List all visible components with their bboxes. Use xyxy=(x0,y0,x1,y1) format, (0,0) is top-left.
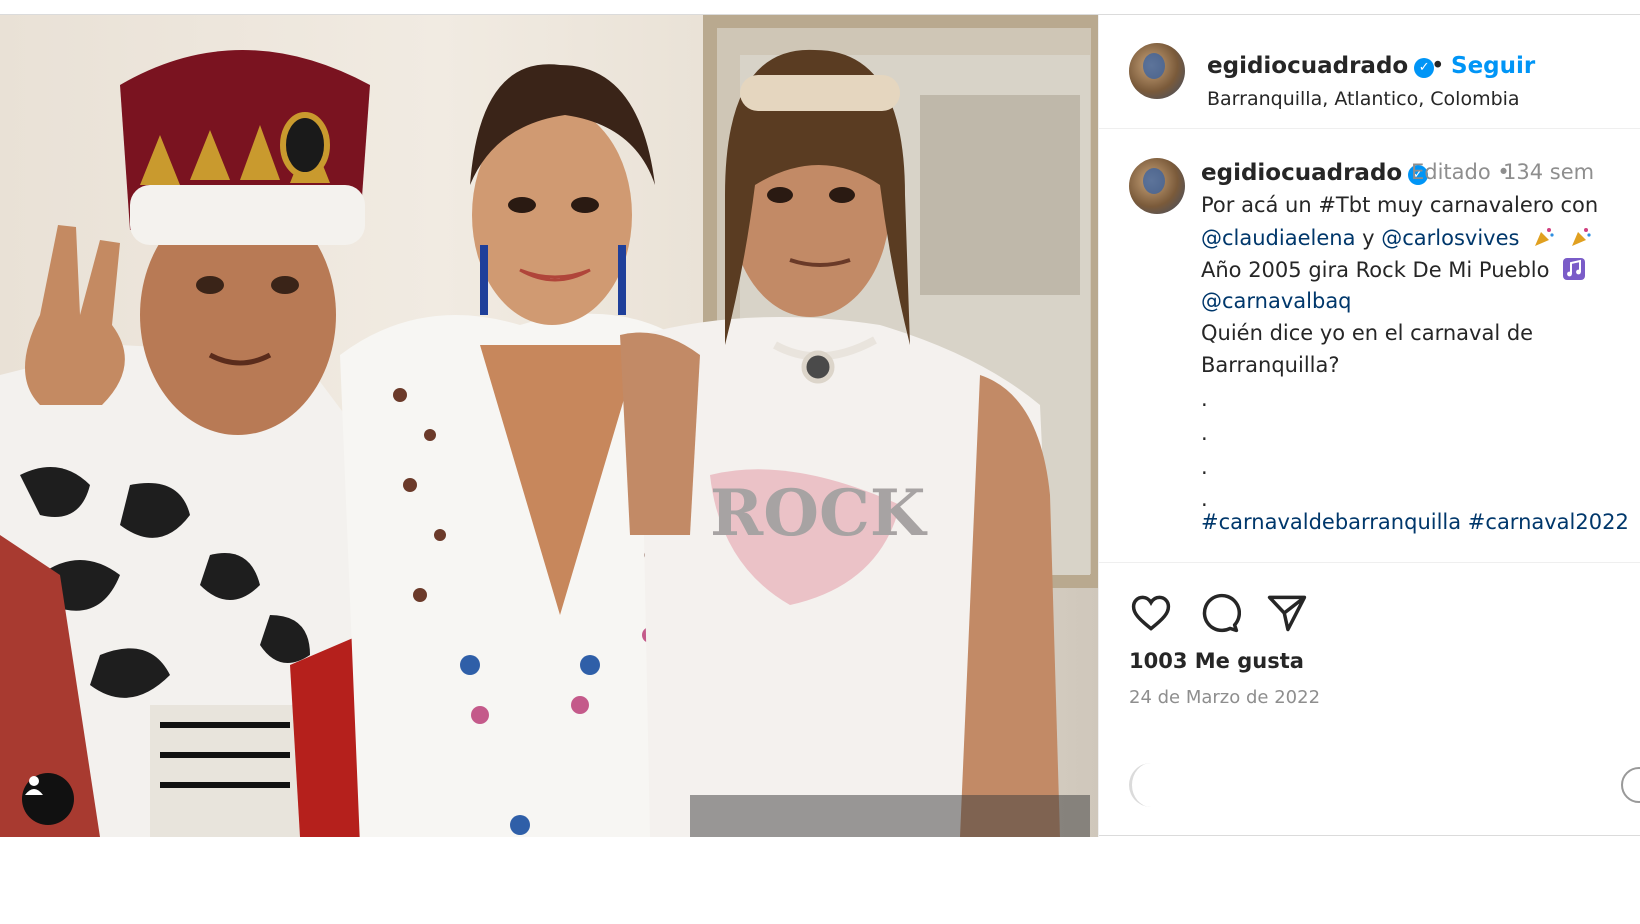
caption-line: Quién dice yo en el carnaval de xyxy=(1201,321,1533,345)
mention-link[interactable]: @carlosvives xyxy=(1381,226,1519,250)
heart-icon[interactable] xyxy=(1129,591,1173,635)
caption-area: egidiocuadrado ✓ Editado • 134 sem Por ac… xyxy=(1099,130,1640,563)
caption-line: Por acá un #Tbt muy carnavalero con xyxy=(1201,193,1598,217)
caption-dot: . xyxy=(1201,487,1208,511)
caption-username-link[interactable]: egidiocuadrado ✓ xyxy=(1201,160,1429,186)
paper-plane-icon[interactable] xyxy=(1265,591,1309,635)
caption-dot: . xyxy=(1201,421,1208,445)
caption-line: @carnavalbaq xyxy=(1201,289,1352,313)
post-age: 134 sem xyxy=(1503,160,1595,184)
avatar[interactable] xyxy=(1129,158,1185,214)
separator-dot: • xyxy=(1431,53,1445,79)
follow-button[interactable]: Seguir xyxy=(1451,53,1535,79)
caption-line: Barranquilla? xyxy=(1201,353,1340,377)
comment-input-avatar[interactable] xyxy=(1129,763,1173,807)
mention-link[interactable]: @claudiaelena xyxy=(1201,226,1355,250)
username-text: egidiocuadrado xyxy=(1207,53,1409,79)
party-popper-icon xyxy=(1535,228,1554,246)
photo-illustration: ROCK xyxy=(0,15,1098,837)
hashtag-links[interactable]: #carnavaldebarranquilla #carnaval2022 xyxy=(1201,510,1629,534)
location-link[interactable]: Barranquilla, Atlantico, Colombia xyxy=(1207,88,1520,110)
post-date: 24 de Marzo de 2022 xyxy=(1129,687,1321,708)
caption-dot: . xyxy=(1201,387,1208,411)
mention-link[interactable]: @carnavalbaq xyxy=(1201,289,1352,313)
caption-dot: . xyxy=(1201,455,1208,479)
instagram-post: ROCK egidiocuadrado ✓ • Seguir Barranqui… xyxy=(0,14,1640,837)
music-notes-icon xyxy=(1563,258,1586,280)
caption-text: Quién dice yo en el carnaval de xyxy=(1201,321,1534,345)
post-sidebar: egidiocuadrado ✓ • Seguir Barranquilla, A… xyxy=(1098,15,1640,837)
user-icon xyxy=(25,776,43,795)
avatar[interactable] xyxy=(1129,43,1185,99)
party-popper-icon xyxy=(1571,228,1591,246)
tagged-users-button[interactable] xyxy=(22,773,74,825)
caption-line: #carnavaldebarranquilla #carnaval2022 xyxy=(1201,510,1629,534)
likes-count[interactable]: 1003 Me gusta xyxy=(1129,649,1304,673)
post-actions: 1003 Me gusta 24 de Marzo de 2022 xyxy=(1099,563,1640,837)
comment-icon[interactable] xyxy=(1197,591,1241,635)
caption-line: Año 2005 gira Rock De Mi Pueblo xyxy=(1201,257,1586,282)
emoji-picker-icon[interactable] xyxy=(1621,767,1640,803)
caption-text: Barranquilla? xyxy=(1201,353,1340,377)
edited-label: Editado • xyxy=(1411,160,1510,184)
caption-username-text: egidiocuadrado xyxy=(1201,160,1403,186)
username-link[interactable]: egidiocuadrado ✓ xyxy=(1207,53,1435,79)
caption-text: y xyxy=(1355,226,1382,250)
caption-text: Año 2005 gira Rock De Mi Pueblo xyxy=(1201,258,1550,282)
post-header: egidiocuadrado ✓ • Seguir Barranquilla, A… xyxy=(1099,15,1640,129)
caption-line: @claudiaelena y @carlosvives xyxy=(1201,225,1593,250)
caption-text: Por acá un #Tbt muy carnavalero con xyxy=(1201,193,1599,217)
shirt-print-text: ROCK xyxy=(710,476,928,551)
post-photo[interactable]: ROCK xyxy=(0,15,1098,837)
